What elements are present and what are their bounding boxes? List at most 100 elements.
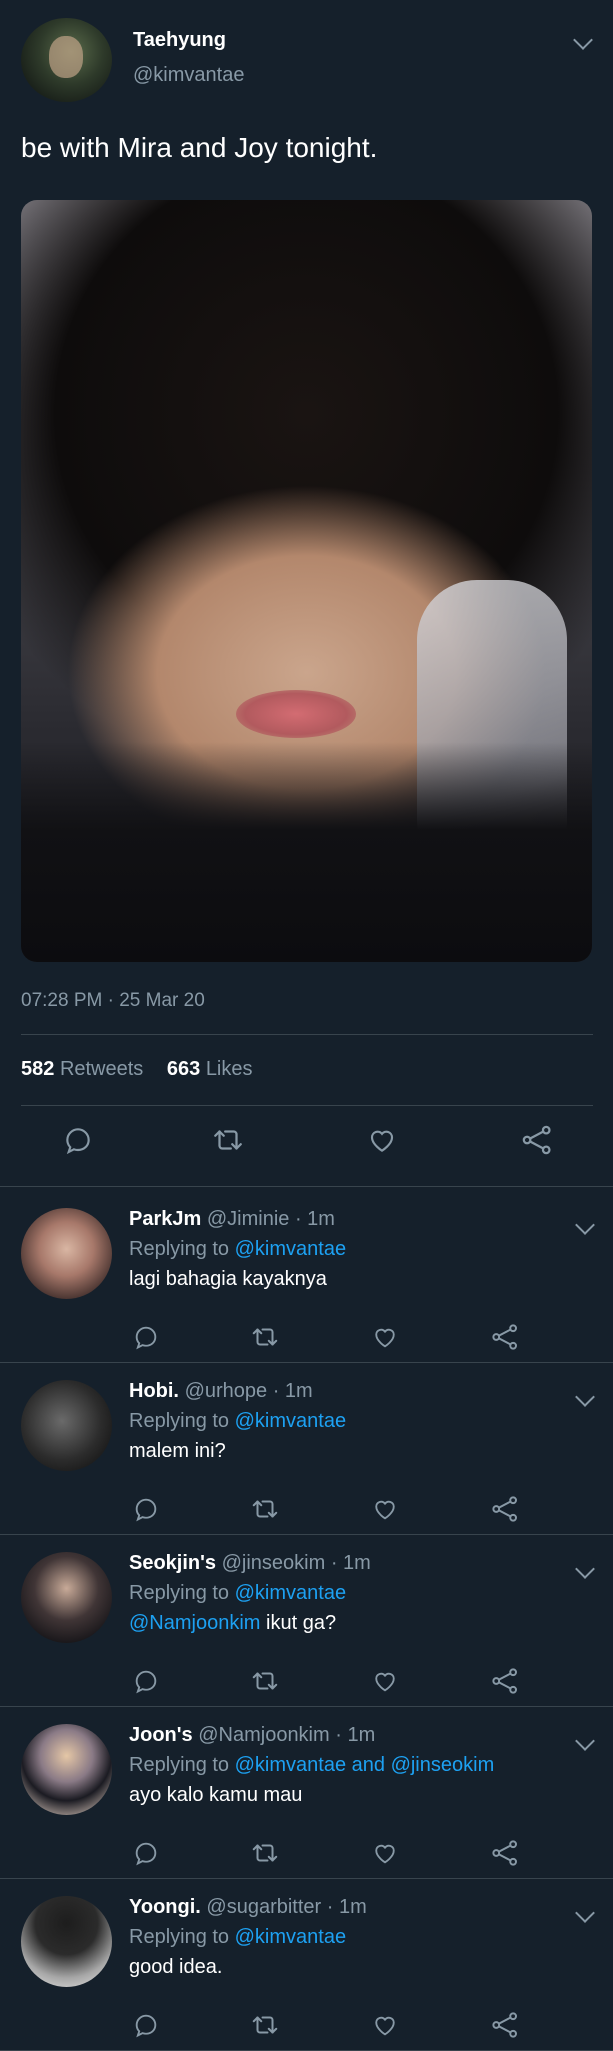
reply-header: ParkJm @Jiminie · 1m <box>129 1208 335 1231</box>
photo-shadow <box>21 742 592 962</box>
reply-author-handle[interactable]: @sugarbitter <box>206 1896 321 1918</box>
heart-icon[interactable] <box>365 1833 405 1873</box>
reply-text: ikut ga? <box>266 1612 337 1634</box>
replying-to-link[interactable]: @kimvantae <box>235 1582 346 1604</box>
divider <box>0 1534 613 1535</box>
heart-icon[interactable] <box>365 1317 405 1357</box>
reply-author-name[interactable]: Seokjin's <box>129 1552 216 1574</box>
mention-link[interactable]: @Namjoonkim <box>129 1612 260 1634</box>
replying-label: Replying to <box>129 1582 230 1604</box>
replying-to-link[interactable]: @kimvantae <box>235 1926 346 1948</box>
tweet-photo[interactable] <box>21 200 592 962</box>
reply-time[interactable]: · 1m <box>331 1552 371 1574</box>
replying-label: Replying to <box>129 1926 230 1948</box>
replying-to: Replying to @kimvantae <box>129 1582 346 1605</box>
retweets-count[interactable]: 582 <box>21 1058 54 1080</box>
retweet-icon[interactable] <box>206 1118 250 1162</box>
likes-label[interactable]: Likes <box>206 1058 253 1080</box>
chevron-down-icon[interactable] <box>575 1559 595 1579</box>
chevron-down-icon[interactable] <box>575 1903 595 1923</box>
divider <box>21 1105 593 1106</box>
reply-header: Seokjin's @jinseokim · 1m <box>129 1552 371 1575</box>
heart-icon[interactable] <box>365 1661 405 1701</box>
replying-to: Replying to @kimvantae <box>129 1410 346 1433</box>
reply-time[interactable]: · 1m <box>273 1380 313 1402</box>
reply-text: good idea. <box>129 1956 223 1978</box>
reply-icon[interactable] <box>56 1118 100 1162</box>
replying-label: Replying to <box>129 1238 230 1260</box>
reply-author-name[interactable]: Yoongi. <box>129 1896 201 1918</box>
reply-icon[interactable] <box>126 1489 166 1529</box>
replying-label: Replying to <box>129 1754 230 1776</box>
reply-actions <box>124 1489 544 1529</box>
retweet-icon[interactable] <box>245 2005 285 2045</box>
share-icon[interactable] <box>485 1317 525 1357</box>
reply-icon[interactable] <box>126 1661 166 1701</box>
divider <box>0 1186 613 1187</box>
avatar[interactable] <box>21 1380 112 1471</box>
reply-time[interactable]: · 1m <box>335 1724 375 1746</box>
reply-author-name[interactable]: Joon's <box>129 1724 193 1746</box>
reply-item[interactable]: Seokjin's @jinseokim · 1m Replying to @ki… <box>0 1536 613 1707</box>
divider <box>0 1706 613 1707</box>
reply-header: Hobi. @urhope · 1m <box>129 1380 313 1403</box>
reply-item[interactable]: Yoongi. @sugarbitter · 1m Replying to @ki… <box>0 1880 613 2051</box>
reply-item[interactable]: Joon's @Namjoonkim · 1m Replying to @kimv… <box>0 1708 613 1879</box>
share-icon[interactable] <box>485 1833 525 1873</box>
reply-body: ayo kalo kamu mau <box>129 1784 302 1807</box>
divider <box>0 1878 613 1879</box>
retweet-icon[interactable] <box>245 1833 285 1873</box>
avatar[interactable] <box>21 1896 112 1987</box>
reply-author-handle[interactable]: @urhope <box>185 1380 268 1402</box>
heart-icon[interactable] <box>365 1489 405 1529</box>
retweet-icon[interactable] <box>245 1661 285 1701</box>
retweets-label[interactable]: Retweets <box>60 1058 143 1080</box>
reply-author-handle[interactable]: @Namjoonkim <box>198 1724 329 1746</box>
replying-to-link[interactable]: @kimvantae and @jinseokim <box>235 1754 495 1776</box>
share-icon[interactable] <box>485 2005 525 2045</box>
reply-time[interactable]: · 1m <box>295 1208 335 1230</box>
reply-text: lagi bahagia kayaknya <box>129 1268 327 1290</box>
share-icon[interactable] <box>515 1118 559 1162</box>
retweet-icon[interactable] <box>245 1317 285 1357</box>
reply-item[interactable]: Hobi. @urhope · 1m Replying to @kimvantae… <box>0 1364 613 1535</box>
avatar[interactable] <box>21 1724 112 1815</box>
share-icon[interactable] <box>485 1661 525 1701</box>
divider <box>0 1362 613 1363</box>
replying-to: Replying to @kimvantae <box>129 1926 346 1949</box>
reply-body: malem ini? <box>129 1440 226 1463</box>
reply-icon[interactable] <box>126 2005 166 2045</box>
avatar[interactable] <box>21 1552 112 1643</box>
reply-time[interactable]: · 1m <box>327 1896 367 1918</box>
avatar[interactable] <box>21 1208 112 1299</box>
share-icon[interactable] <box>485 1489 525 1529</box>
retweet-icon[interactable] <box>245 1489 285 1529</box>
author-name[interactable]: Taehyung <box>133 29 226 52</box>
reply-body: @Namjoonkim ikut ga? <box>129 1612 336 1635</box>
replying-to-link[interactable]: @kimvantae <box>235 1238 346 1260</box>
reply-item[interactable]: ParkJm @Jiminie · 1m Replying to @kimvant… <box>0 1192 613 1363</box>
heart-icon[interactable] <box>365 2005 405 2045</box>
reply-text: malem ini? <box>129 1440 226 1462</box>
reply-author-handle[interactable]: @jinseokim <box>222 1552 326 1574</box>
avatar[interactable] <box>21 18 112 102</box>
chevron-down-icon[interactable] <box>575 1731 595 1751</box>
reply-actions <box>124 1317 544 1357</box>
author-handle[interactable]: @kimvantae <box>133 64 244 87</box>
likes-count[interactable]: 663 <box>167 1058 200 1080</box>
chevron-down-icon[interactable] <box>575 1387 595 1407</box>
tweet-actions <box>21 1118 593 1174</box>
reply-body: good idea. <box>129 1956 222 1979</box>
reply-author-name[interactable]: ParkJm <box>129 1208 201 1230</box>
replying-to-link[interactable]: @kimvantae <box>235 1410 346 1432</box>
tweet-text: be with Mira and Joy tonight. <box>21 132 378 163</box>
tweet-timestamp[interactable]: 07:28 PM · 25 Mar 20 <box>21 990 205 1012</box>
replying-label: Replying to <box>129 1410 230 1432</box>
reply-icon[interactable] <box>126 1317 166 1357</box>
reply-author-name[interactable]: Hobi. <box>129 1380 179 1402</box>
reply-icon[interactable] <box>126 1833 166 1873</box>
chevron-down-icon[interactable] <box>575 1215 595 1235</box>
reply-author-handle[interactable]: @Jiminie <box>207 1208 290 1230</box>
reply-header: Joon's @Namjoonkim · 1m <box>129 1724 375 1747</box>
heart-icon[interactable] <box>360 1118 404 1162</box>
